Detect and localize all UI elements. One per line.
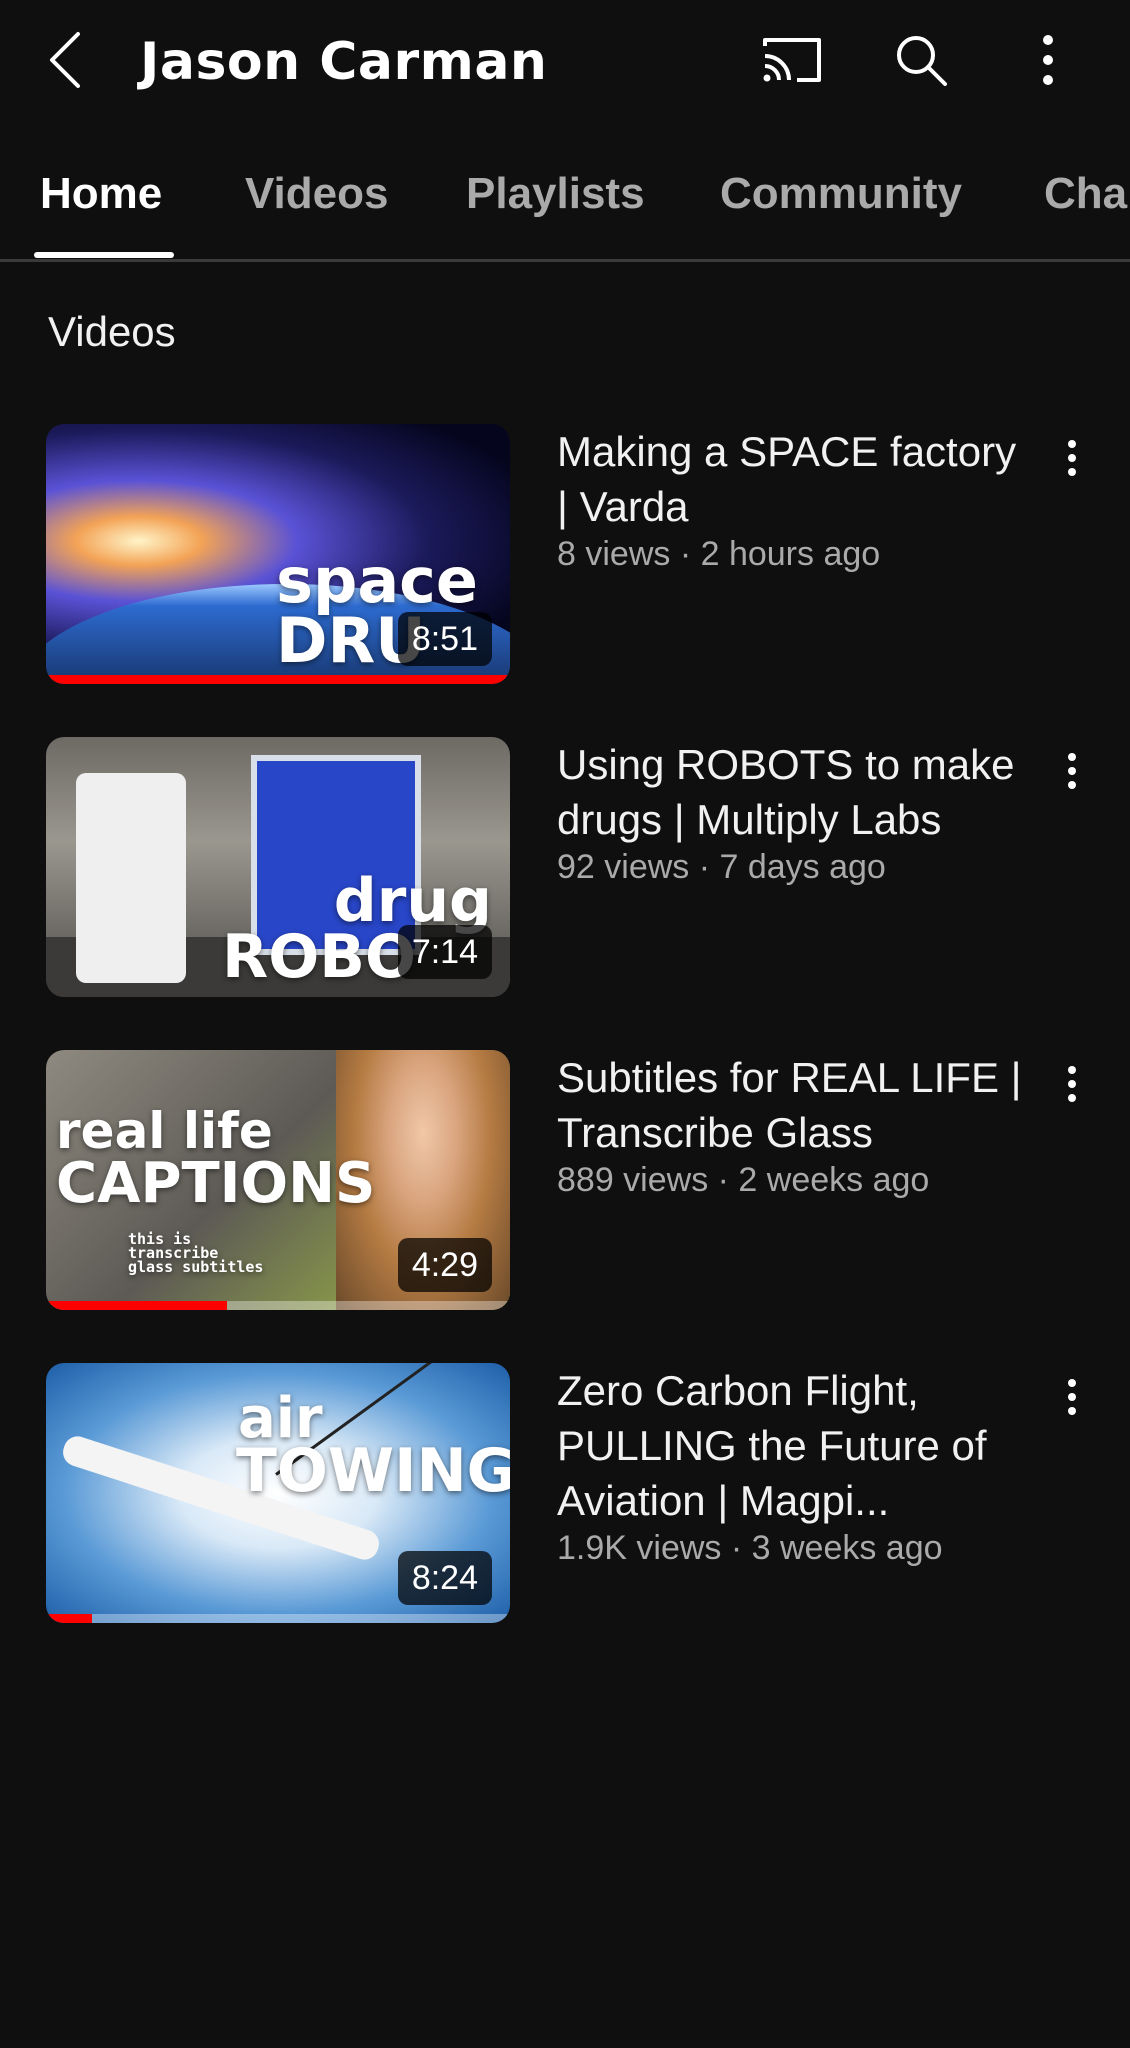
duration-badge: 8:24 xyxy=(397,1551,492,1605)
video-info: Zero Carbon Flight, PULLING the Future o… xyxy=(557,1363,1037,1568)
video-list-item[interactable]: space DRU 8:51 Making a SPACE factory | … xyxy=(0,424,1130,686)
tab-community[interactable]: Community xyxy=(720,164,962,224)
video-title[interactable]: Using ROBOTS to make drugs | Multiply La… xyxy=(557,737,1037,847)
video-info: Subtitles for REAL LIFE | Transcribe Gla… xyxy=(557,1050,1037,1200)
video-title[interactable]: Making a SPACE factory | Varda xyxy=(557,424,1037,534)
channel-tabs: Home Videos Playlists Community Cha xyxy=(0,150,1130,262)
section-heading: Videos xyxy=(48,308,176,355)
back-button[interactable] xyxy=(40,28,96,92)
video-info: Making a SPACE factory | Varda 8 views ·… xyxy=(557,424,1037,574)
duration-badge: 8:51 xyxy=(397,612,492,666)
thumbnail-caption-small: this is transcribe glass subtitles xyxy=(128,1230,264,1276)
watch-progress-bar xyxy=(46,1301,510,1310)
video-thumbnail[interactable]: air TOWING 8:24 xyxy=(46,1363,510,1623)
tab-channels[interactable]: Cha xyxy=(1044,164,1127,224)
video-title[interactable]: Subtitles for REAL LIFE | Transcribe Gla… xyxy=(557,1050,1037,1160)
more-vertical-icon xyxy=(1068,1066,1076,1102)
video-menu-button[interactable] xyxy=(1052,1056,1092,1112)
watch-progress-fill xyxy=(46,675,510,684)
more-vertical-icon xyxy=(1068,440,1076,476)
more-vertical-icon xyxy=(1043,35,1053,85)
watch-progress-fill xyxy=(46,1614,93,1623)
top-app-bar: Jason Carman xyxy=(0,0,1130,124)
search-icon xyxy=(897,36,947,86)
thumbnail-caption-bottom: TOWING xyxy=(236,1436,510,1506)
search-button[interactable] xyxy=(886,28,956,92)
video-list-item[interactable]: air TOWING 8:24 Zero Carbon Flight, PULL… xyxy=(0,1363,1130,1625)
thumbnail-caption-top: space xyxy=(276,544,478,617)
more-vertical-icon xyxy=(1068,753,1076,789)
watch-progress-bar xyxy=(46,675,510,684)
thumbnail-caption-bottom: ROBO xyxy=(222,922,416,992)
video-thumbnail[interactable]: drug ROBO 7:14 xyxy=(46,737,510,997)
video-meta: 8 views · 2 hours ago xyxy=(557,535,881,573)
video-title[interactable]: Zero Carbon Flight, PULLING the Future o… xyxy=(557,1363,1037,1528)
video-thumbnail[interactable]: space DRU 8:51 xyxy=(46,424,510,684)
more-options-button[interactable] xyxy=(1013,28,1083,92)
more-vertical-icon xyxy=(1068,1379,1076,1415)
active-tab-indicator xyxy=(34,252,174,258)
channel-title: Jason Carman xyxy=(140,32,548,92)
cast-icon xyxy=(763,38,821,82)
video-meta: 92 views · 7 days ago xyxy=(557,848,886,886)
back-arrow-icon xyxy=(50,32,80,88)
tab-home[interactable]: Home xyxy=(40,164,162,224)
watch-progress-bar xyxy=(46,1614,510,1623)
video-menu-button[interactable] xyxy=(1052,743,1092,799)
thumbnail-robot-arm-graphic xyxy=(76,773,186,983)
video-list-item[interactable]: real life CAPTIONS this is transcribe gl… xyxy=(0,1050,1130,1312)
video-meta: 1.9K views · 3 weeks ago xyxy=(557,1529,943,1567)
watch-progress-fill xyxy=(46,1301,227,1310)
cast-button[interactable] xyxy=(757,28,827,92)
video-menu-button[interactable] xyxy=(1052,430,1092,486)
tab-playlists[interactable]: Playlists xyxy=(466,164,645,224)
video-list-item[interactable]: drug ROBO 7:14 Using ROBOTS to make drug… xyxy=(0,737,1130,999)
duration-badge: 7:14 xyxy=(397,925,492,979)
thumbnail-caption-top: real life xyxy=(56,1102,273,1160)
video-thumbnail[interactable]: real life CAPTIONS this is transcribe gl… xyxy=(46,1050,510,1310)
video-menu-button[interactable] xyxy=(1052,1369,1092,1425)
tab-videos[interactable]: Videos xyxy=(245,164,388,224)
thumbnail-caption-bottom: CAPTIONS xyxy=(56,1151,376,1216)
video-info: Using ROBOTS to make drugs | Multiply La… xyxy=(557,737,1037,887)
video-meta: 889 views · 2 weeks ago xyxy=(557,1161,930,1199)
duration-badge: 4:29 xyxy=(397,1238,492,1292)
